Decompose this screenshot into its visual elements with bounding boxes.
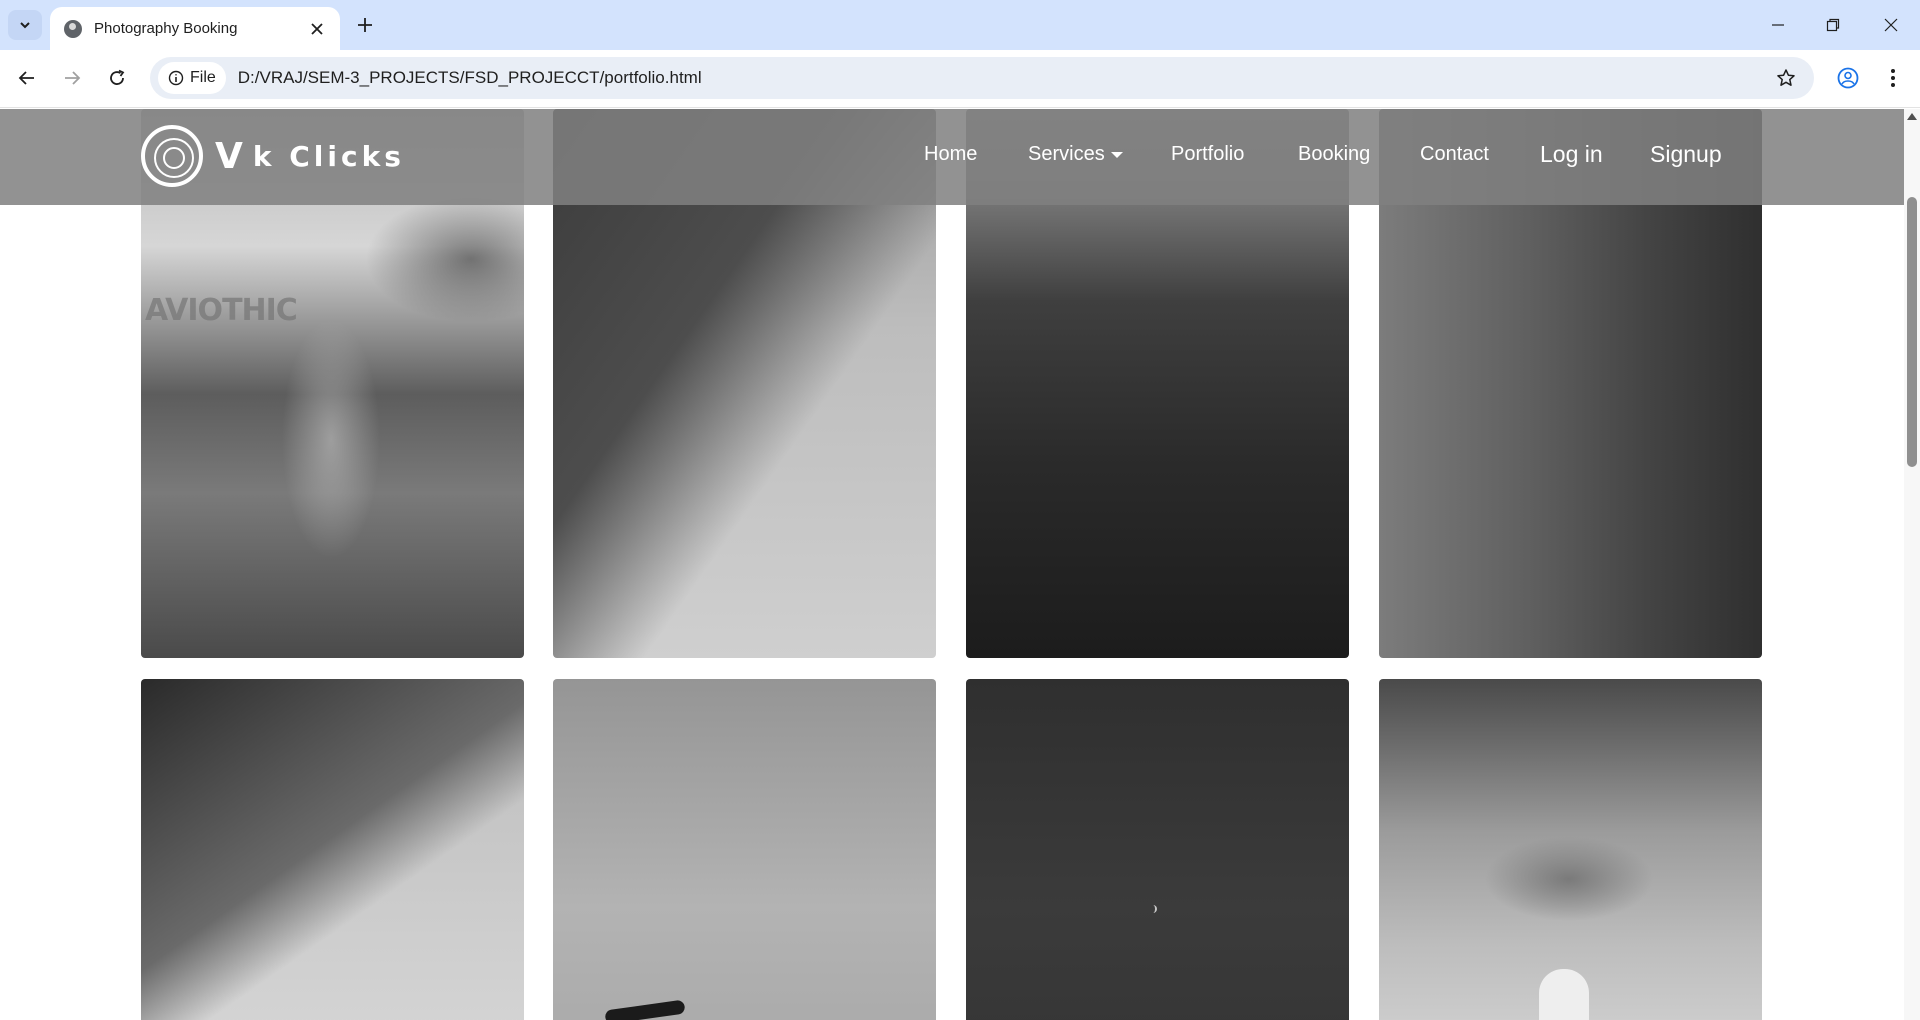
- url-text[interactable]: D:/VRAJ/SEM-3_PROJECTS/FSD_PROJECCT/port…: [238, 68, 1814, 88]
- browser-menu-button[interactable]: [1877, 62, 1909, 94]
- nav-home[interactable]: Home: [924, 143, 977, 166]
- nav-services[interactable]: Services: [1028, 143, 1123, 166]
- scrollbar-thumb[interactable]: [1907, 197, 1917, 467]
- moon-crescent: [1149, 905, 1157, 913]
- profile-button[interactable]: [1832, 62, 1864, 94]
- portfolio-photo-ornate-facade[interactable]: [141, 679, 524, 1020]
- close-icon: [1884, 18, 1898, 32]
- logo-text: k Clicks: [252, 139, 405, 173]
- nav-login[interactable]: Log in: [1540, 141, 1603, 168]
- bird-silhouette: [604, 999, 686, 1020]
- logo-v: V: [215, 135, 243, 177]
- reload-icon: [110, 69, 125, 85]
- nav-signup[interactable]: Signup: [1650, 141, 1722, 168]
- arrow-left-icon: [18, 71, 34, 85]
- photo-watermark: AVIOTHIC: [145, 293, 298, 328]
- scroll-up-arrow-icon[interactable]: [1907, 113, 1917, 120]
- site-logo[interactable]: V k Clicks: [141, 125, 405, 187]
- address-bar[interactable]: File D:/VRAJ/SEM-3_PROJECTS/FSD_PROJECCT…: [150, 57, 1814, 99]
- info-icon: [168, 70, 184, 86]
- nav-booking[interactable]: Booking: [1298, 143, 1370, 166]
- minimize-button[interactable]: [1758, 10, 1798, 40]
- kebab-menu-icon: [1891, 69, 1895, 87]
- portfolio-photo-temple-arch[interactable]: [1379, 679, 1762, 1020]
- profile-icon: [1837, 67, 1859, 89]
- browser-tab-active[interactable]: Photography Booking: [50, 7, 340, 50]
- site-navbar: V k Clicks Home Services Portfolio Booki…: [0, 109, 1904, 205]
- portfolio-photo-night-moon[interactable]: [966, 679, 1349, 1020]
- close-window-button[interactable]: [1871, 10, 1911, 40]
- close-icon[interactable]: [306, 18, 328, 40]
- back-button[interactable]: [11, 62, 43, 94]
- portfolio-photo-bird-sky[interactable]: [553, 679, 936, 1020]
- globe-icon: [64, 19, 82, 38]
- tab-search-button[interactable]: [8, 10, 42, 40]
- person-figure: [1539, 969, 1589, 1020]
- minimize-icon: [1772, 24, 1784, 26]
- tab-title: Photography Booking: [94, 20, 238, 37]
- caret-down-icon: [1110, 151, 1123, 158]
- arrow-right-icon: [65, 71, 81, 85]
- bookmark-button[interactable]: [1770, 62, 1802, 94]
- star-icon: [1777, 69, 1795, 86]
- plus-icon: [358, 18, 372, 32]
- new-tab-button[interactable]: [352, 12, 378, 38]
- nav-contact[interactable]: Contact: [1420, 143, 1489, 166]
- nav-services-label: Services: [1028, 143, 1105, 165]
- restore-icon: [1826, 18, 1840, 32]
- page-viewport: AVIOTHIC V k Clicks Home Services Portfo…: [0, 109, 1904, 1020]
- restore-button[interactable]: [1813, 10, 1853, 40]
- lens-logo-icon: [141, 125, 203, 187]
- site-chip-label: File: [190, 69, 216, 86]
- page-scrollbar[interactable]: [1904, 109, 1920, 1020]
- reload-button[interactable]: [101, 62, 133, 94]
- chevron-down-icon: [20, 22, 30, 29]
- browser-tab-bar: Photography Booking: [0, 0, 1920, 50]
- nav-portfolio[interactable]: Portfolio: [1171, 143, 1244, 166]
- forward-button[interactable]: [56, 62, 88, 94]
- site-info-chip[interactable]: File: [158, 62, 226, 94]
- browser-toolbar: File D:/VRAJ/SEM-3_PROJECTS/FSD_PROJECCT…: [0, 50, 1920, 108]
